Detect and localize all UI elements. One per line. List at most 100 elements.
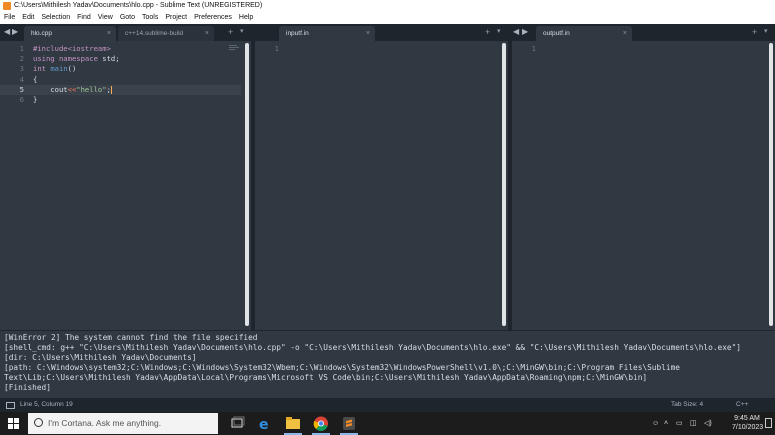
tab-list-chevron-icon[interactable]: ▾ [764, 26, 768, 38]
code-token: } [33, 94, 38, 104]
volume-icon[interactable]: ◁) [704, 412, 712, 435]
output-line: [Finished] [4, 383, 51, 392]
code-editor[interactable]: 1 [255, 41, 508, 330]
line-number: 4 [19, 74, 24, 84]
editor-pane-1: ◀ ▶ hlo.cpp × c++14.sublime-build × + ▾ … [0, 24, 251, 330]
search-placeholder: I'm Cortana. Ask me anything. [48, 418, 162, 428]
menu-bar: File Edit Selection Find View Goto Tools Projec… [0, 12, 775, 24]
people-icon[interactable]: ☺ [652, 412, 659, 435]
menu-project[interactable]: Project [162, 12, 190, 24]
editor-pane-2: inputf.in × + ▾ 1 [255, 24, 508, 330]
tab-prev-arrow-icon[interactable]: ◀ [513, 26, 519, 38]
code-token: cout [33, 84, 68, 94]
line-number-gutter: 1 [512, 44, 536, 54]
notifications-icon[interactable] [765, 418, 772, 428]
tab-outputf-in[interactable]: outputf.in × [536, 26, 632, 41]
edge-icon[interactable]: e [256, 415, 274, 433]
tab-bar: inputf.in × + ▾ [255, 24, 508, 41]
minimap[interactable] [229, 45, 239, 51]
panel-toggle-icon[interactable] [6, 402, 15, 409]
vertical-scrollbar[interactable] [769, 43, 773, 326]
sublime-text-icon[interactable] [340, 415, 358, 432]
menu-find[interactable]: Find [74, 12, 94, 24]
close-icon[interactable]: × [107, 26, 111, 41]
output-line: [path: C:\Windows\system32;C:\Windows;C:… [4, 363, 680, 372]
tab-label: inputf.in [286, 30, 309, 37]
code-text[interactable]: #include<iostream> using namespace std; in… [33, 44, 120, 105]
tab-next-arrow-icon[interactable]: ▶ [522, 26, 528, 38]
menu-goto[interactable]: Goto [117, 12, 138, 24]
clock-time: 9:45 AM [734, 415, 760, 422]
line-number: 1 [19, 44, 24, 53]
line-number: 5 [19, 84, 24, 94]
new-tab-plus-icon[interactable]: + [485, 26, 490, 38]
title-bar: C:\Users\Mithilesh Yadav\Documents\hlo.c… [0, 0, 775, 12]
line-number: 1 [531, 44, 536, 53]
tab-list-chevron-icon[interactable]: ▾ [240, 26, 244, 38]
menu-preferences[interactable]: Preferences [191, 12, 235, 24]
chrome-icon[interactable] [312, 415, 330, 432]
tab-hlo-cpp[interactable]: hlo.cpp × [24, 26, 116, 41]
code-line: { [33, 75, 120, 85]
show-hidden-icons-chevron-icon[interactable]: ˄ [664, 412, 668, 435]
tab-prev-arrow-icon[interactable]: ◀ [4, 26, 10, 38]
task-view-icon[interactable] [228, 415, 246, 432]
svg-text:e: e [259, 417, 269, 432]
editor-pane-3: ◀ ▶ outputf.in × + ▾ 1 [512, 24, 775, 330]
code-token: #include<iostream> [33, 44, 111, 53]
file-explorer-icon[interactable] [284, 415, 302, 432]
output-line: [WinError 2] The system cannot find the … [4, 333, 258, 342]
syntax-selector[interactable]: C++ [736, 398, 748, 412]
window-title: C:\Users\Mithilesh Yadav\Documents\hlo.c… [14, 2, 263, 9]
code-line: int main() [33, 64, 120, 74]
tab-sublime-build[interactable]: c++14.sublime-build × [118, 26, 214, 41]
menu-view[interactable]: View [95, 12, 116, 24]
line-number: 6 [19, 94, 24, 104]
tab-inputf-in[interactable]: inputf.in × [279, 26, 375, 41]
close-icon[interactable]: × [623, 26, 627, 41]
menu-edit[interactable]: Edit [19, 12, 37, 24]
vertical-scrollbar[interactable] [245, 43, 249, 326]
status-bar: Line 5, Column 19 Tab Size: 4 C++ [0, 398, 775, 412]
tab-list-chevron-icon[interactable]: ▾ [497, 26, 501, 38]
code-editor[interactable]: 123456 #include<iostream> using namespace… [0, 41, 251, 330]
output-line: [dir: C:\Users\Mithilesh Yadav\Documents… [4, 353, 197, 362]
line-number-gutter: 123456 [0, 44, 24, 105]
menu-tools[interactable]: Tools [139, 12, 161, 24]
code-line: using namespace std; [33, 54, 120, 64]
code-editor[interactable]: 1 [512, 41, 775, 330]
output-line: Text\Lib;C:\Users\Mithilesh Yadav\AppDat… [4, 373, 648, 382]
line-number: 1 [274, 44, 279, 53]
cortana-search-box[interactable]: I'm Cortana. Ask me anything. [28, 413, 218, 434]
output-line: [shell_cmd: g++ "C:\Users\Mithilesh Yada… [4, 343, 741, 352]
battery-icon[interactable]: ▭ [676, 412, 683, 435]
line-number: 3 [19, 64, 24, 74]
close-icon[interactable]: × [205, 26, 209, 41]
line-number: 2 [19, 54, 24, 64]
tab-label: outputf.in [543, 30, 570, 37]
network-icon[interactable]: ◫ [690, 412, 697, 435]
menu-selection[interactable]: Selection [38, 12, 73, 24]
sublime-app-icon [3, 2, 11, 10]
menu-file[interactable]: File [1, 12, 18, 24]
menu-help[interactable]: Help [236, 12, 256, 24]
tab-label: c++14.sublime-build [125, 30, 184, 37]
close-icon[interactable]: × [366, 26, 370, 41]
system-clock[interactable]: 9:45 AM 7/10/2023 [732, 414, 764, 432]
new-tab-plus-icon[interactable]: + [752, 26, 757, 38]
clock-date: 7/10/2023 [732, 424, 764, 431]
code-line: cout<<"hello"; [33, 85, 120, 95]
tab-next-arrow-icon[interactable]: ▶ [12, 26, 18, 38]
windows-start-icon[interactable] [8, 418, 19, 429]
code-token: using namespace [33, 54, 98, 64]
code-line: #include<iostream> [33, 44, 120, 54]
vertical-scrollbar[interactable] [502, 43, 506, 326]
tab-size-selector[interactable]: Tab Size: 4 [671, 398, 703, 412]
build-output-panel[interactable]: [WinError 2] The system cannot find the … [0, 330, 775, 398]
line-number-gutter: 1 [255, 44, 279, 54]
code-token: () [67, 64, 77, 74]
code-token: std; [97, 54, 120, 64]
new-tab-plus-icon[interactable]: + [228, 26, 233, 38]
tab-bar: ◀ ▶ hlo.cpp × c++14.sublime-build × + ▾ [0, 24, 251, 41]
text-cursor [110, 85, 112, 94]
